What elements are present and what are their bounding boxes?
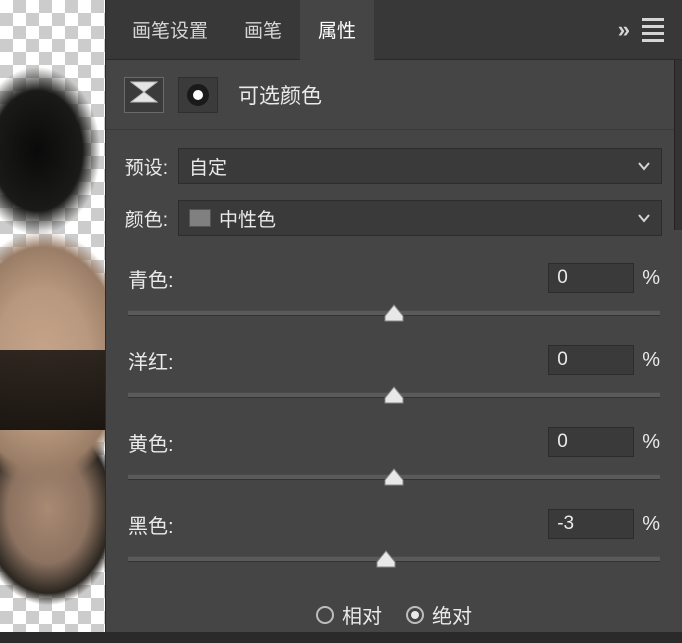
adjustment-type-icon[interactable] <box>124 77 164 113</box>
slider-cyan: 青色: % <box>128 260 660 316</box>
color-value: 中性色 <box>219 205 276 232</box>
chevron-down-icon <box>637 155 651 177</box>
panel-tabbar: 画笔设置 画笔 属性 » <box>106 0 682 60</box>
radio-icon <box>316 606 334 624</box>
tab-brush-settings[interactable]: 画笔设置 <box>114 0 226 60</box>
panel-menu-icon[interactable] <box>642 18 664 42</box>
radio-label: 相对 <box>342 600 382 629</box>
percent-symbol: % <box>642 267 660 290</box>
slider-yellow-input[interactable] <box>548 427 634 457</box>
canvas-image[interactable] <box>0 50 107 610</box>
slider-thumb-icon[interactable] <box>376 550 396 568</box>
radio-absolute[interactable]: 绝对 <box>406 600 472 629</box>
slider-label: 青色: <box>128 264 548 293</box>
radio-relative[interactable]: 相对 <box>316 600 382 629</box>
layer-mask-button[interactable] <box>178 77 218 113</box>
preset-select[interactable]: 自定 <box>178 148 662 184</box>
collapse-panel-icon[interactable]: » <box>618 17 624 43</box>
selective-color-form: 预设: 自定 颜色: 中性色 <box>106 130 682 250</box>
percent-symbol: % <box>642 513 660 536</box>
properties-panel: 画笔设置 画笔 属性 » 可选颜色 预设: 自定 <box>105 0 682 632</box>
slider-thumb-icon[interactable] <box>384 304 404 322</box>
slider-thumb-icon[interactable] <box>384 468 404 486</box>
method-radio-group: 相对 绝对 <box>106 594 682 643</box>
selective-color-icon <box>130 81 158 108</box>
preset-label: 预设: <box>120 153 168 180</box>
slider-black-input[interactable] <box>548 509 634 539</box>
slider-black: 黑色: % <box>128 506 660 562</box>
panel-title: 可选颜色 <box>238 80 322 110</box>
slider-magenta-track[interactable] <box>128 392 660 398</box>
slider-area: 青色: % 洋红: % 黄色 <box>106 250 682 594</box>
slider-thumb-icon[interactable] <box>384 386 404 404</box>
radio-icon <box>406 606 424 624</box>
percent-symbol: % <box>642 431 660 454</box>
slider-label: 黑色: <box>128 510 548 539</box>
slider-magenta-input[interactable] <box>548 345 634 375</box>
percent-symbol: % <box>642 349 660 372</box>
slider-label: 黄色: <box>128 428 548 457</box>
slider-cyan-input[interactable] <box>548 263 634 293</box>
color-label: 颜色: <box>120 205 168 232</box>
color-select[interactable]: 中性色 <box>178 200 662 236</box>
preset-value: 自定 <box>189 153 227 180</box>
panel-edge <box>674 60 682 230</box>
chevron-down-icon <box>637 207 651 229</box>
slider-black-track[interactable] <box>128 556 660 562</box>
tab-brush[interactable]: 画笔 <box>226 0 300 60</box>
color-swatch-icon <box>189 209 211 227</box>
panel-header: 可选颜色 <box>106 60 682 130</box>
slider-magenta: 洋红: % <box>128 342 660 398</box>
radio-label: 绝对 <box>432 600 472 629</box>
slider-yellow-track[interactable] <box>128 474 660 480</box>
mask-icon <box>187 84 209 106</box>
tab-properties[interactable]: 属性 <box>300 0 374 60</box>
slider-yellow: 黄色: % <box>128 424 660 480</box>
slider-cyan-track[interactable] <box>128 310 660 316</box>
slider-label: 洋红: <box>128 346 548 375</box>
